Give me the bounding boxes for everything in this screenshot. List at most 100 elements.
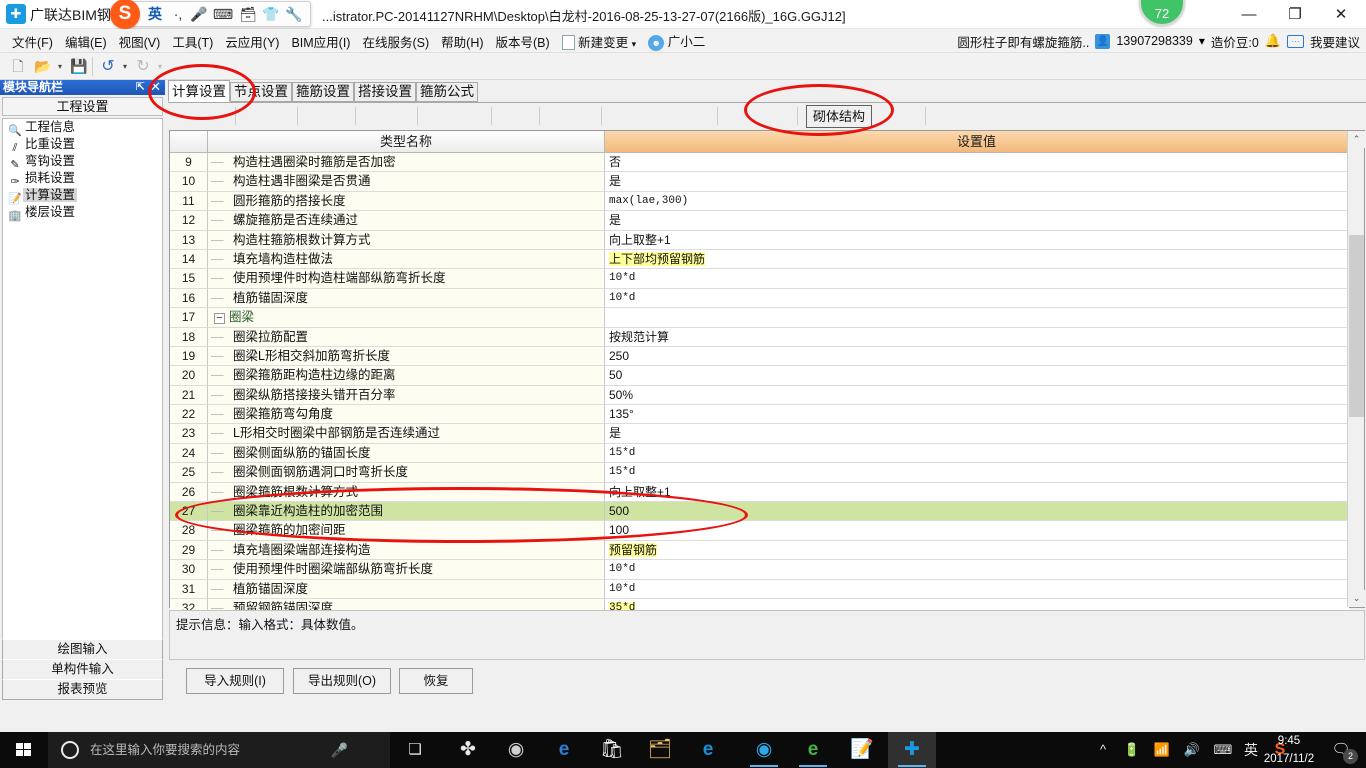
row-type-name-cell[interactable]: — 圈梁侧面纵筋的锚固长度 [208, 443, 605, 464]
row-type-name-cell[interactable]: — 圈梁箍筋的加密间距 [208, 521, 605, 541]
row-index-cell[interactable]: 24 [170, 443, 208, 464]
tab-stirrup-formula[interactable]: 箍筋公式 [416, 82, 478, 102]
ime-toolbar[interactable]: S 英 ·, 🎤 ⌨ 🗃 👕 🔧 [110, 0, 311, 29]
ime-punctuation-icon[interactable]: ·, [168, 4, 188, 25]
row-type-name-cell[interactable]: — 螺旋箍筋是否连续通过 [208, 211, 605, 231]
search-input[interactable]: 在这里输入你要搜索的内容 [90, 732, 240, 768]
subtab-coupling-beam[interactable] [298, 105, 356, 128]
row-type-name-cell[interactable]: — 植筋锚固深度 [208, 288, 605, 309]
table-row[interactable]: 30— 使用预埋件时圈梁端部纵筋弯折长度 10*d [170, 560, 1349, 580]
table-row[interactable]: 11— 圆形箍筋的搭接长度 max(lae,300) [170, 191, 1349, 212]
pin-icon[interactable]: ⇱ [136, 80, 145, 95]
account-avatar-icon[interactable]: 👤 [1095, 33, 1111, 49]
save-icon[interactable]: 💾 [68, 56, 90, 77]
open-file-icon[interactable]: 📂 [32, 56, 54, 77]
row-type-name-cell[interactable]: — 圈梁纵筋搭接接头错开百分率 [208, 385, 605, 406]
row-setting-value-cell[interactable]: 按规范计算 [605, 327, 1349, 347]
row-type-name-cell[interactable]: — 圈梁箍筋根数计算方式 [208, 482, 605, 503]
menu-bim-apps[interactable]: BIM应用(I) [285, 30, 356, 53]
row-index-cell[interactable]: 22 [170, 405, 208, 425]
tab-node-settings[interactable]: 节点设置 [230, 82, 292, 102]
table-row[interactable]: 18— 圈梁拉筋配置 按规范计算 [170, 327, 1349, 347]
table-row[interactable]: 20— 圈梁箍筋距构造柱边缘的距离 50 [170, 366, 1349, 386]
taskbar-search-box[interactable]: 在这里输入你要搜索的内容 🎤 [48, 732, 390, 768]
sidebar-item-floor-settings[interactable]: 🏢 楼层设置 [3, 204, 162, 222]
row-type-name-cell[interactable]: — 填充墙圈梁端部连接构造 [208, 540, 605, 561]
row-index-cell[interactable]: 28 [170, 521, 208, 541]
sidebar-item-hook-settings[interactable]: ✎ 弯钩设置 [3, 153, 162, 171]
row-setting-value-cell[interactable]: 15*d [605, 443, 1349, 464]
spiral-app-icon[interactable]: ◉ [492, 732, 540, 768]
sidebar-item-calc-settings[interactable]: 📝 计算设置 [3, 187, 162, 205]
row-setting-value-cell[interactable]: 是 [605, 424, 1349, 444]
undo-icon[interactable]: ↺ [98, 56, 118, 77]
row-setting-value-cell[interactable]: 向上取整+1 [605, 482, 1349, 503]
ime-settings-icon[interactable]: 🔧 [282, 4, 306, 25]
import-rules-button[interactable]: 导入规则(I) [186, 668, 284, 694]
table-row[interactable]: 21— 圈梁纵筋搭接接头错开百分率 50% [170, 385, 1349, 406]
row-type-name-cell[interactable]: — 圈梁侧面钢筋遇洞口时弯折长度 [208, 463, 605, 483]
scroll-up-icon[interactable]: ⌃ [1348, 131, 1365, 148]
open-chevron-down-icon[interactable]: ▾ [55, 56, 65, 77]
row-setting-value-cell[interactable]: 50% [605, 385, 1349, 406]
file-explorer-icon[interactable]: 🗂 [636, 732, 684, 768]
scroll-down-icon[interactable]: ⌄ [1348, 590, 1365, 607]
table-row[interactable]: 13— 构造柱箍筋根数计算方式 向上取整+1 [170, 230, 1349, 250]
internet-explorer-icon[interactable]: e [684, 732, 732, 768]
row-setting-value-cell[interactable]: 是 [605, 172, 1349, 192]
ime-microphone-icon[interactable]: 🎤 [188, 4, 210, 25]
task-view-button[interactable]: ❏ [392, 732, 438, 768]
row-type-name-cell[interactable]: — 构造柱箍筋根数计算方式 [208, 230, 605, 250]
table-row[interactable]: 9— 构造柱遇圈梁时箍筋是否加密 否 [170, 153, 1349, 173]
row-setting-value-cell[interactable]: 向上取整+1 [605, 230, 1349, 250]
sogou-ime-logo-icon[interactable]: S [110, 0, 140, 29]
sidebar-item-loss-settings[interactable]: ✑ 损耗设置 [3, 170, 162, 188]
edge-browser-icon[interactable]: e [540, 732, 588, 768]
panel-close-icon[interactable]: ✕ [150, 79, 161, 94]
tab-lap-settings[interactable]: 搭接设置 [354, 82, 416, 102]
table-row[interactable]: 14— 填充墙构造柱做法 上下部均预留钢筋 [170, 249, 1349, 270]
subtab-other[interactable] [878, 105, 926, 128]
row-setting-value-cell[interactable]: 10*d [605, 560, 1349, 580]
menu-version[interactable]: 版本号(B) [490, 30, 556, 53]
column-header-setting-value[interactable]: 设置值 [605, 131, 1349, 153]
row-setting-value-cell[interactable] [605, 308, 1349, 328]
subtab-foundation-secondary-beam[interactable] [718, 105, 798, 128]
chevron-up-icon[interactable]: ^ [1092, 732, 1114, 768]
row-setting-value-cell[interactable]: 上下部均预留钢筋 [605, 249, 1349, 270]
table-row[interactable]: 22— 圈梁箍筋弯勾角度 135° [170, 405, 1349, 425]
row-setting-value-cell[interactable]: 是 [605, 211, 1349, 231]
row-index-cell[interactable]: 16 [170, 288, 208, 309]
table-row[interactable]: 25— 圈梁侧面钢筋遇洞口时弯折长度 15*d [170, 463, 1349, 483]
row-type-name-cell[interactable]: — 圈梁箍筋距构造柱边缘的距离 [208, 366, 605, 386]
menu-file[interactable]: 文件(F) [6, 30, 59, 53]
ime-keyboard-icon[interactable]: ⌨ [211, 4, 235, 25]
green-browser-icon[interactable]: e [789, 732, 837, 768]
table-row[interactable]: 15— 使用预埋件时构造柱端部纵筋弯折长度 10*d [170, 269, 1349, 289]
menu-tools[interactable]: 工具(T) [166, 30, 219, 53]
battery-icon[interactable]: 🔋 [1120, 732, 1144, 768]
table-row[interactable]: 29— 填充墙圈梁端部连接构造 预留钢筋 [170, 540, 1349, 561]
menu-view[interactable]: 视图(V) [113, 30, 167, 53]
notification-count-badge[interactable]: 72 [1139, 0, 1185, 26]
close-button[interactable]: ✕ [1318, 0, 1364, 29]
row-index-cell[interactable]: 10 [170, 172, 208, 192]
row-index-cell[interactable]: 15 [170, 269, 208, 289]
row-type-name-cell[interactable]: — 使用预埋件时构造柱端部纵筋弯折长度 [208, 269, 605, 289]
restore-button[interactable]: 恢复 [399, 668, 473, 694]
row-index-cell[interactable]: 19 [170, 346, 208, 367]
menu-help[interactable]: 帮助(H) [435, 30, 489, 53]
table-row[interactable]: 12— 螺旋箍筋是否连续通过 是 [170, 211, 1349, 231]
row-index-cell[interactable]: 20 [170, 366, 208, 386]
taskbar-clock[interactable]: 9:45 2017/11/2 [1258, 732, 1320, 768]
subtab-slab[interactable] [492, 105, 540, 128]
row-type-name-cell[interactable]: — 构造柱遇圈梁时箍筋是否加密 [208, 153, 605, 173]
undo-chevron-down-icon[interactable]: ▾ [120, 56, 130, 77]
volume-icon[interactable]: 🔊 [1180, 732, 1204, 768]
table-row[interactable]: 19— 圈梁L形相交斜加筋弯折长度 250 [170, 346, 1349, 367]
microphone-icon[interactable]: 🎤 [331, 732, 348, 768]
notification-center-button[interactable]: 🗨 2 [1322, 732, 1360, 768]
sidebar-item-project-info[interactable]: 🔍 工程信息 [3, 119, 162, 137]
menu-online-services[interactable]: 在线服务(S) [356, 30, 435, 53]
report-preview-button[interactable]: 报表预览 [2, 679, 163, 700]
